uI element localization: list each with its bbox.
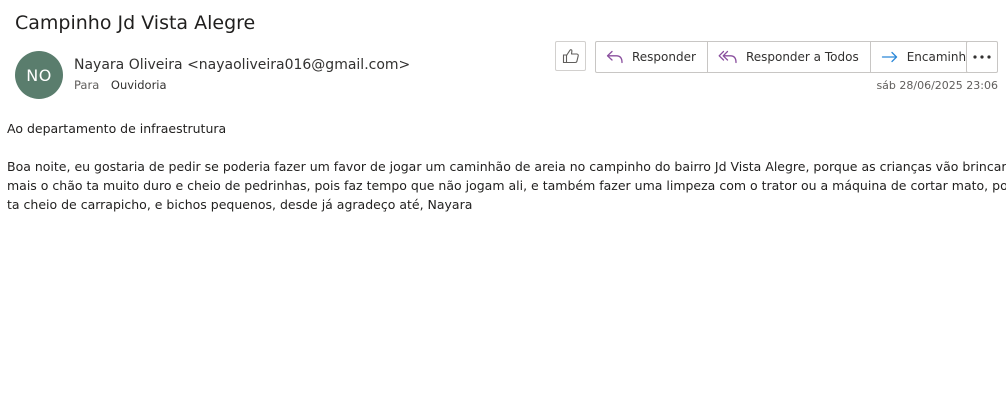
body-line: mais o chão ta muito duro e cheio de ped… [7,178,1006,193]
email-date: sáb 28/06/2025 23:06 [876,79,998,92]
message-actions: Responder Responder a Todos Encaminhar [595,41,991,73]
body-line: Boa noite, eu gostaria de pedir se poder… [7,159,1006,174]
thumbs-up-icon [562,49,579,64]
reply-button[interactable]: Responder [596,42,707,72]
reply-all-icon [718,50,737,64]
reply-all-label: Responder a Todos [745,50,859,64]
reply-icon [606,50,623,64]
email-body: Boa noite, eu gostaria de pedir se poder… [7,157,1006,214]
more-options-icon [973,55,991,59]
email-subject: Campinho Jd Vista Alegre [15,12,256,34]
body-line: ta cheio de carrapicho, e bichos pequeno… [7,197,473,212]
avatar[interactable]: NO [15,51,63,99]
more-options-button[interactable] [966,41,998,73]
to-label: Para [74,78,100,92]
to-recipient[interactable]: Ouvidoria [111,78,167,92]
reply-all-button[interactable]: Responder a Todos [706,42,870,72]
recipient-line: Para Ouvidoria [74,78,167,92]
reply-label: Responder [632,50,696,64]
like-button[interactable] [555,41,586,71]
forward-icon [881,51,897,63]
sender-name[interactable]: Nayara Oliveira <nayaoliveira016@gmail.c… [74,57,410,73]
email-greeting: Ao departamento de infraestrutura [7,121,227,136]
avatar-initials: NO [26,65,52,85]
